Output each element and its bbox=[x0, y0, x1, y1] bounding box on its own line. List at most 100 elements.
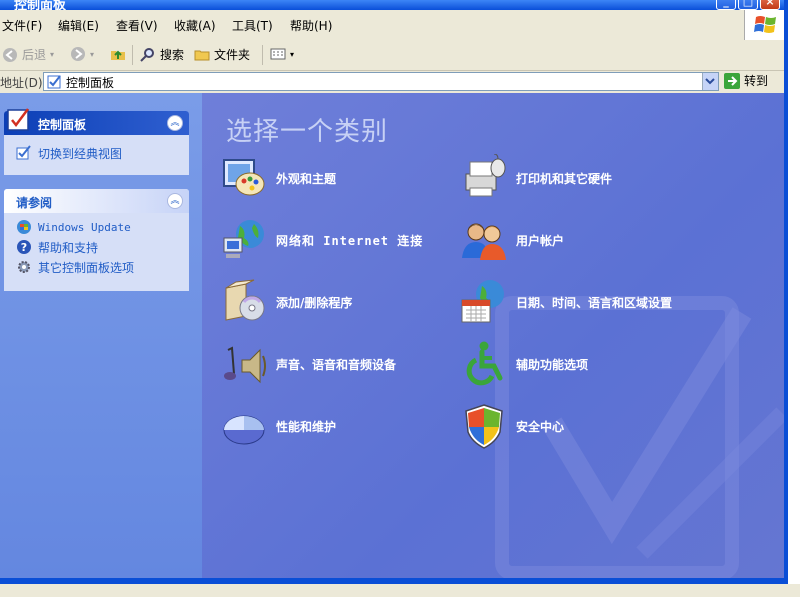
category-add-remove[interactable]: 添加/删除程序 bbox=[220, 278, 352, 326]
category-label: 日期、时间、语言和区域设置 bbox=[516, 295, 673, 310]
address-bar: 地址(D) 控制面板 转到 bbox=[0, 71, 784, 93]
gear-icon bbox=[18, 261, 30, 273]
up-folder-icon bbox=[111, 50, 125, 60]
category-label: 添加/删除程序 bbox=[276, 295, 353, 310]
category-network[interactable]: 网络和 Internet 连接 bbox=[220, 216, 423, 264]
forward-dropdown-icon: ▾ bbox=[90, 49, 95, 59]
menu-bar: 文件(F) 编辑(E) 查看(V) 收藏(A) 工具(T) 帮助(H) bbox=[0, 10, 784, 41]
see-also-title: 请参阅 bbox=[16, 196, 53, 210]
printer-icon bbox=[465, 154, 506, 197]
go-button[interactable]: 转到 bbox=[724, 72, 768, 89]
see-also-box-header[interactable]: 请参阅 ︽ bbox=[4, 189, 189, 213]
windows-logo bbox=[744, 10, 785, 40]
address-value: 控制面板 bbox=[66, 76, 115, 90]
add-remove-programs-icon bbox=[225, 279, 265, 321]
category-pane: 选择一个类别 外观和主题 网络和 Internet 连接 添加/删除程序 声音、… bbox=[202, 93, 784, 578]
desktop-background bbox=[0, 584, 800, 597]
forward-button[interactable]: ▾ bbox=[70, 46, 94, 62]
menu-edit[interactable]: 编辑(E) bbox=[58, 17, 99, 34]
menu-tools[interactable]: 工具(T) bbox=[232, 17, 273, 34]
category-date-time-region[interactable]: 日期、时间、语言和区域设置 bbox=[460, 278, 672, 326]
up-folder-button[interactable] bbox=[110, 46, 126, 62]
network-icon bbox=[223, 220, 264, 258]
window-right-border bbox=[784, 0, 800, 597]
control-panel-icon bbox=[7, 108, 29, 131]
window-title: 控制面板 bbox=[14, 0, 67, 10]
category-label: 声音、语音和音频设备 bbox=[276, 357, 397, 372]
windows-flag-icon bbox=[754, 16, 776, 33]
category-sound[interactable]: 声音、语音和音频设备 bbox=[220, 340, 396, 388]
control-panel-box-title: 控制面板 bbox=[38, 118, 87, 132]
see-also-box: 请参阅 ︽ Windows Update ? 帮助和支持 其它控制面板选项 bbox=[4, 189, 189, 291]
category-label: 安全中心 bbox=[516, 419, 565, 434]
collapse-icon[interactable]: ︽ bbox=[167, 115, 183, 131]
go-arrow-icon bbox=[724, 72, 740, 89]
appearance-icon bbox=[223, 159, 265, 196]
category-printers[interactable]: 打印机和其它硬件 bbox=[460, 154, 612, 202]
toolbar-separator bbox=[262, 45, 263, 65]
accessibility-icon bbox=[466, 341, 503, 386]
windows-update-label: Windows Update bbox=[38, 220, 131, 234]
menu-help[interactable]: 帮助(H) bbox=[290, 17, 332, 34]
category-label: 辅助功能选项 bbox=[516, 357, 589, 372]
control-panel-small-icon bbox=[47, 75, 61, 89]
other-options-link[interactable]: 其它控制面板选项 bbox=[4, 257, 189, 277]
category-label-text: 网络和 Internet 连接 bbox=[276, 233, 424, 248]
category-performance[interactable]: 性能和维护 bbox=[220, 402, 336, 450]
title-bar: 控制面板 _ □ × bbox=[0, 0, 784, 10]
category-accessibility[interactable]: 辅助功能选项 bbox=[460, 340, 588, 388]
views-button[interactable]: ▾ bbox=[270, 46, 294, 62]
category-user-accounts[interactable]: 用户帐户 bbox=[460, 216, 564, 264]
switch-classic-view-label: 切换到经典视图 bbox=[38, 146, 123, 161]
minimize-icon: _ bbox=[723, 0, 729, 8]
views-dropdown-icon: ▾ bbox=[290, 49, 295, 59]
minimize-button[interactable]: _ bbox=[716, 0, 736, 10]
back-label: 后退 bbox=[22, 48, 47, 62]
left-task-pane: 控制面板 ︽ 切换到经典视图 请参阅 ︽ Windows Update ? 帮助… bbox=[0, 93, 202, 578]
address-input[interactable]: 控制面板 bbox=[43, 72, 719, 91]
menu-file[interactable]: 文件(F) bbox=[2, 17, 42, 34]
users-icon bbox=[462, 223, 506, 260]
page-title: 选择一个类别 bbox=[226, 117, 389, 147]
forward-arrow-icon bbox=[71, 47, 85, 61]
category-label: 网络和 Internet 连接 bbox=[276, 232, 423, 249]
maximize-icon: □ bbox=[742, 0, 754, 8]
views-icon bbox=[270, 48, 286, 60]
menu-view[interactable]: 查看(V) bbox=[116, 17, 158, 34]
toolbar: 后退 ▾ ▾ 搜索 文件夹 ▾ bbox=[0, 40, 784, 71]
switch-classic-view-link[interactable]: 切换到经典视图 bbox=[4, 143, 189, 163]
category-appearance[interactable]: 外观和主题 bbox=[220, 154, 336, 202]
back-arrow-icon bbox=[3, 47, 17, 62]
category-label: 打印机和其它硬件 bbox=[516, 171, 613, 186]
category-label: 性能和维护 bbox=[276, 419, 337, 434]
folders-label: 文件夹 bbox=[214, 48, 251, 62]
folder-icon bbox=[194, 50, 210, 60]
window-edge bbox=[784, 0, 788, 597]
back-button[interactable]: 后退 ▾ bbox=[2, 46, 54, 63]
collapse-icon[interactable]: ︽ bbox=[167, 193, 183, 209]
category-security-center[interactable]: 安全中心 bbox=[460, 402, 564, 450]
other-options-label: 其它控制面板选项 bbox=[38, 260, 135, 275]
search-button[interactable]: 搜索 bbox=[140, 46, 184, 63]
security-center-icon bbox=[465, 404, 503, 449]
close-button[interactable]: × bbox=[760, 0, 780, 10]
go-label: 转到 bbox=[744, 74, 769, 88]
close-icon: × bbox=[765, 0, 775, 8]
chevron-down-icon bbox=[705, 78, 715, 85]
help-support-label: 帮助和支持 bbox=[38, 240, 99, 255]
search-label: 搜索 bbox=[160, 48, 185, 62]
performance-icon bbox=[223, 415, 265, 445]
windows-update-icon bbox=[17, 220, 31, 234]
search-icon bbox=[140, 47, 154, 62]
help-icon: ? bbox=[17, 240, 31, 254]
windows-update-link[interactable]: Windows Update bbox=[4, 217, 189, 237]
category-label: 外观和主题 bbox=[276, 171, 337, 186]
address-dropdown-button[interactable] bbox=[702, 73, 718, 90]
help-support-link[interactable]: ? 帮助和支持 bbox=[4, 237, 189, 257]
category-label: 用户帐户 bbox=[516, 233, 565, 248]
svg-text:?: ? bbox=[21, 241, 27, 254]
control-panel-box-header[interactable]: 控制面板 ︽ bbox=[4, 108, 189, 135]
maximize-button[interactable]: □ bbox=[738, 0, 758, 10]
folders-button[interactable]: 文件夹 bbox=[194, 46, 250, 63]
menu-favorites[interactable]: 收藏(A) bbox=[174, 17, 216, 34]
